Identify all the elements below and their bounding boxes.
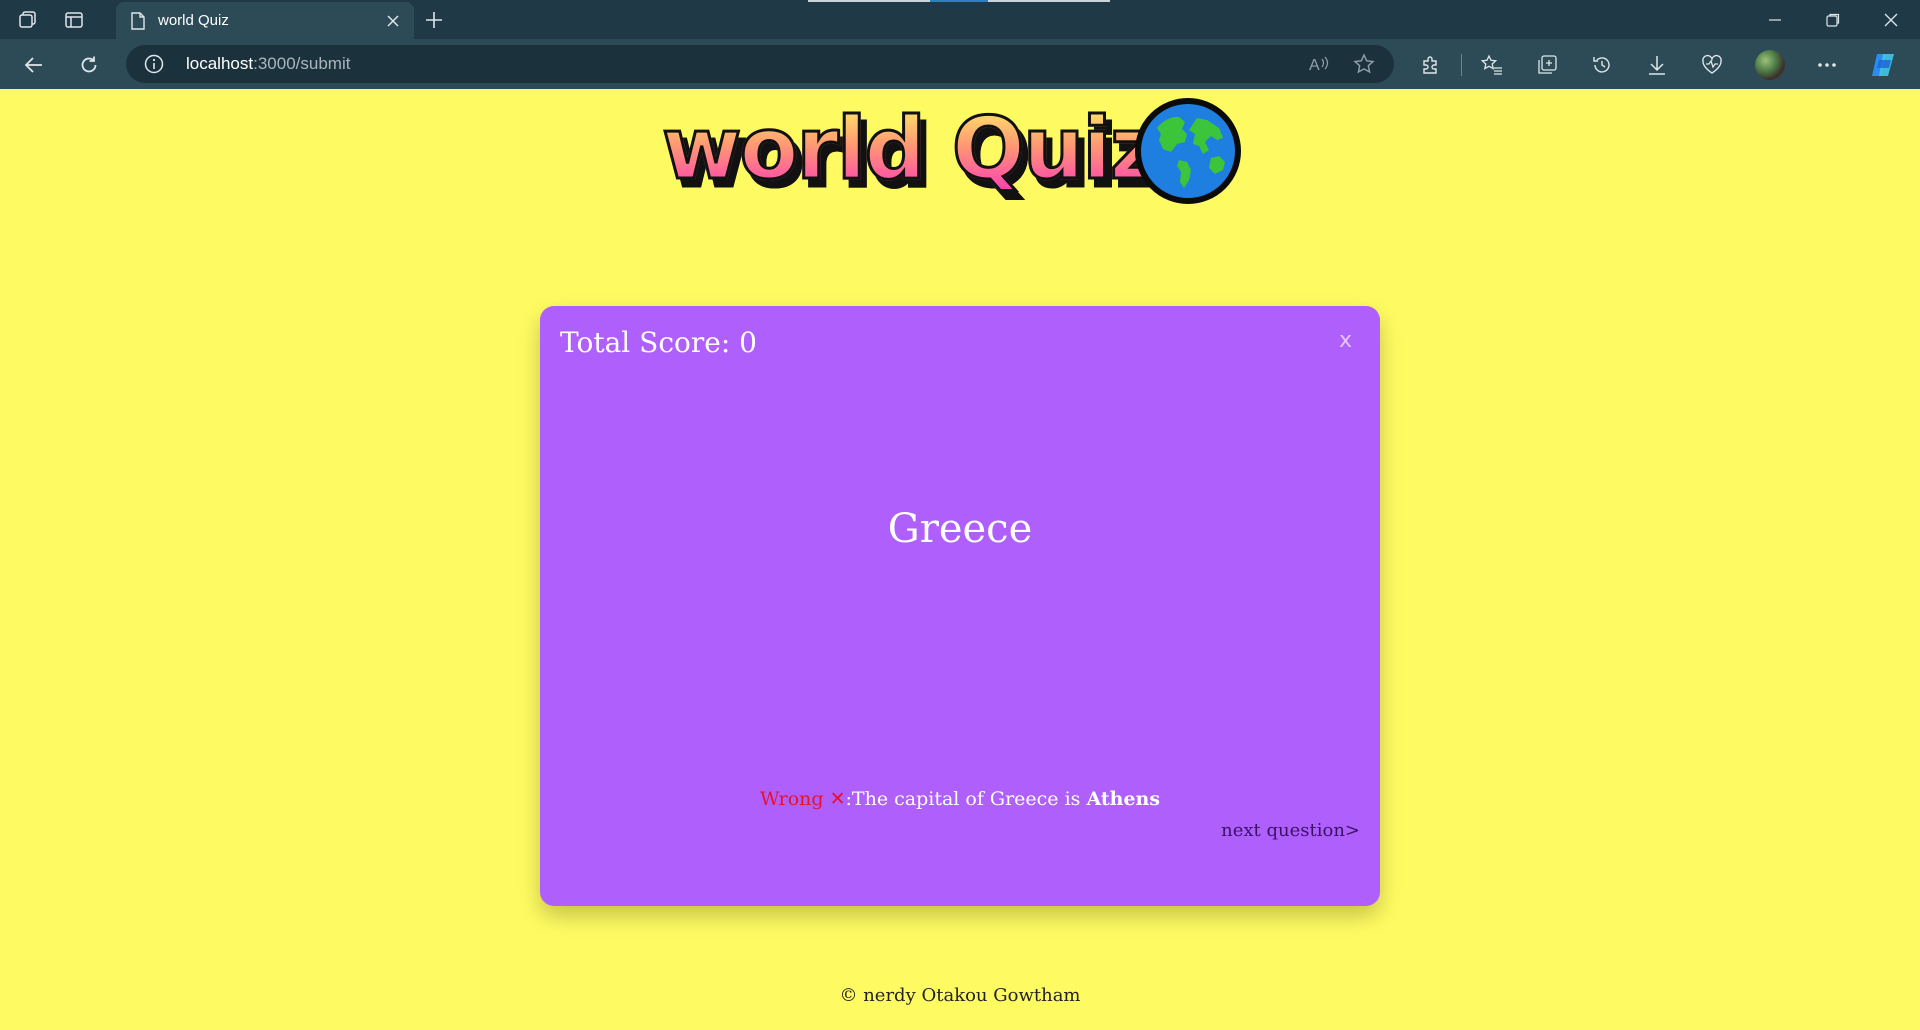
toolbar-divider [1461,54,1462,76]
browser-toolbar: localhost:3000/submit A [0,39,1920,89]
tab-title: world Quiz [158,12,229,29]
score-label: Total Score: [560,326,740,359]
collections-icon[interactable] [1531,49,1563,81]
url-path: :3000/submit [253,54,351,73]
quiz-card: Total Score: 0 x Greece Wrong ✕:The capi… [540,306,1380,906]
tab-world-quiz[interactable]: world Quiz [116,2,414,39]
history-icon[interactable] [1586,49,1618,81]
browser-tab-strip: world Quiz [0,0,1920,39]
title-bar-highlight-accent [930,0,988,2]
site-logo: world Quiz [661,98,1242,208]
read-aloud-icon[interactable]: A [1308,53,1332,75]
downloads-icon[interactable] [1641,49,1673,81]
question-country: Greece [887,506,1033,552]
address-bar[interactable]: localhost:3000/submit A [126,45,1394,83]
svg-text:A: A [1309,57,1320,73]
logo-text: world Quiz [661,99,1162,199]
workspaces-icon[interactable] [14,6,42,34]
refresh-icon[interactable] [74,50,104,80]
url-host: localhost [186,54,254,73]
next-question-link[interactable]: next question> [1221,820,1360,841]
back-icon[interactable] [19,50,49,80]
tab-actions-icon[interactable] [60,6,88,34]
wrong-label: Wrong [759,788,824,810]
score-value: 0 [739,326,757,359]
minimize-icon[interactable] [1746,0,1804,39]
wrong-x-icon: ✕ [829,788,846,810]
correct-answer: Athens [1086,788,1161,810]
page-icon [126,9,150,33]
favorite-star-icon[interactable] [1352,53,1376,75]
favorites-icon[interactable] [1476,49,1508,81]
close-card-button[interactable]: x [1339,328,1352,353]
answer-feedback: Wrong ✕:The capital of Greece is Athens [540,788,1380,810]
url-text[interactable]: localhost:3000/submit [186,54,350,74]
browser-essentials-icon[interactable] [1696,49,1728,81]
site-info-icon[interactable] [144,54,164,74]
settings-more-icon[interactable] [1811,49,1843,81]
close-tab-icon[interactable] [382,10,404,32]
copilot-icon[interactable] [1868,49,1900,81]
restore-icon[interactable] [1804,0,1862,39]
profile-avatar[interactable] [1755,50,1785,80]
feedback-message: :The capital of Greece is [845,788,1087,810]
extensions-icon[interactable] [1414,49,1446,81]
footer-credit: © nerdy Otakou Gowtham [839,985,1081,1006]
new-tab-icon[interactable] [420,6,448,34]
close-window-icon[interactable] [1862,0,1920,39]
total-score: Total Score: 0 [560,326,757,359]
globe-icon [1135,98,1241,204]
